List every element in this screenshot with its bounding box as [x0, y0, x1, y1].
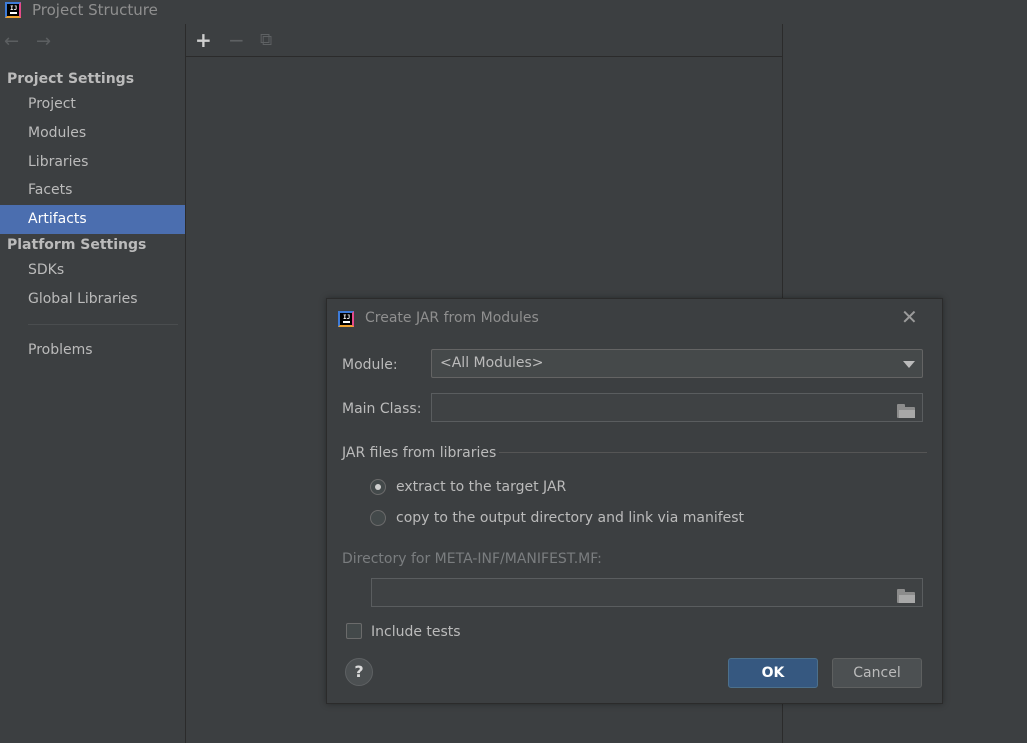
manifest-dir-label: Directory for META-INF/MANIFEST.MF: — [342, 551, 602, 567]
dialog-title: Create JAR from Modules — [365, 310, 539, 326]
close-icon[interactable]: ✕ — [901, 305, 918, 329]
back-arrow-icon[interactable]: ← — [4, 32, 19, 52]
create-jar-dialog: IJ Create JAR from Modules ✕ Module: <Al… — [326, 298, 943, 704]
extract-radio-label[interactable]: extract to the target JAR — [396, 479, 566, 495]
folder-icon[interactable] — [897, 404, 915, 418]
sidebar-item-global-libraries[interactable]: Global Libraries — [0, 285, 185, 314]
folder-icon[interactable] — [897, 589, 915, 603]
section-platform-settings: Platform Settings — [7, 237, 147, 253]
module-label: Module: — [342, 357, 398, 373]
include-tests-label[interactable]: Include tests — [371, 624, 461, 640]
module-select-value: <All Modules> — [440, 355, 544, 371]
window-title: Project Structure — [32, 1, 158, 19]
dropdown-arrow-icon — [903, 361, 915, 368]
sidebar-item-sdks[interactable]: SDKs — [0, 256, 185, 285]
sidebar-divider — [28, 324, 178, 325]
group-divider — [499, 452, 927, 453]
section-project-settings: Project Settings — [7, 71, 135, 87]
help-icon[interactable]: ? — [345, 658, 373, 686]
remove-icon[interactable]: − — [228, 28, 245, 52]
main-class-field[interactable] — [431, 393, 923, 422]
extract-radio[interactable] — [370, 479, 386, 495]
forward-arrow-icon[interactable]: → — [36, 32, 51, 52]
sidebar-item-problems[interactable]: Problems — [0, 336, 185, 365]
sidebar-item-libraries[interactable]: Libraries — [0, 148, 185, 177]
artifacts-toolbar: + − ⧉ — [186, 24, 782, 57]
include-tests-checkbox[interactable] — [346, 623, 362, 639]
sidebar: ← → Project Settings Project Modules Lib… — [0, 24, 186, 743]
main-class-label: Main Class: — [342, 401, 422, 417]
ok-button[interactable]: OK — [728, 658, 818, 688]
cancel-button[interactable]: Cancel — [832, 658, 922, 688]
jar-files-group-label: JAR files from libraries — [342, 445, 497, 461]
add-icon[interactable]: + — [195, 28, 212, 52]
sidebar-item-artifacts[interactable]: Artifacts — [0, 205, 185, 234]
title-bar: IJ Project Structure — [0, 0, 1027, 24]
sidebar-item-modules[interactable]: Modules — [0, 119, 185, 148]
copy-radio-label[interactable]: copy to the output directory and link vi… — [396, 510, 744, 526]
copy-icon[interactable]: ⧉ — [260, 28, 272, 52]
copy-radio[interactable] — [370, 510, 386, 526]
sidebar-item-facets[interactable]: Facets — [0, 176, 185, 205]
manifest-dir-field[interactable] — [371, 578, 923, 607]
module-select[interactable]: <All Modules> — [431, 349, 923, 378]
intellij-logo-icon: IJ — [5, 2, 21, 18]
intellij-logo-icon: IJ — [338, 311, 354, 327]
sidebar-item-project[interactable]: Project — [0, 90, 185, 119]
